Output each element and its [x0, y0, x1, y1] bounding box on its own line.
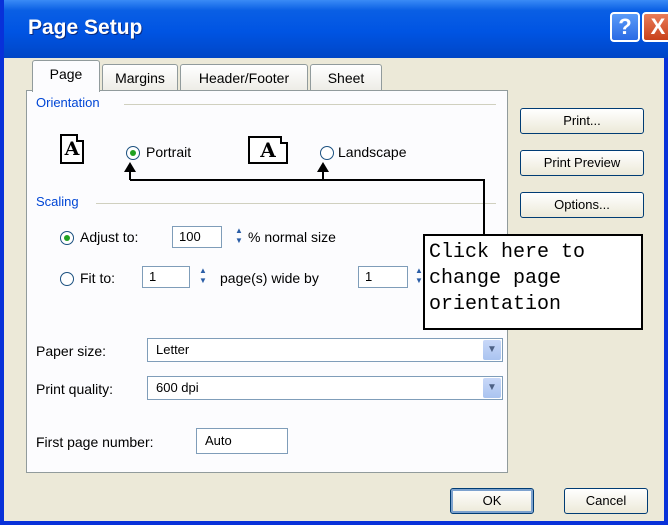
landscape-arrowhead: [317, 162, 329, 172]
callout-connector-line: [130, 179, 485, 234]
annotation-callout: Click here to change page orientation: [423, 234, 643, 330]
portrait-arrowhead: [124, 162, 136, 172]
